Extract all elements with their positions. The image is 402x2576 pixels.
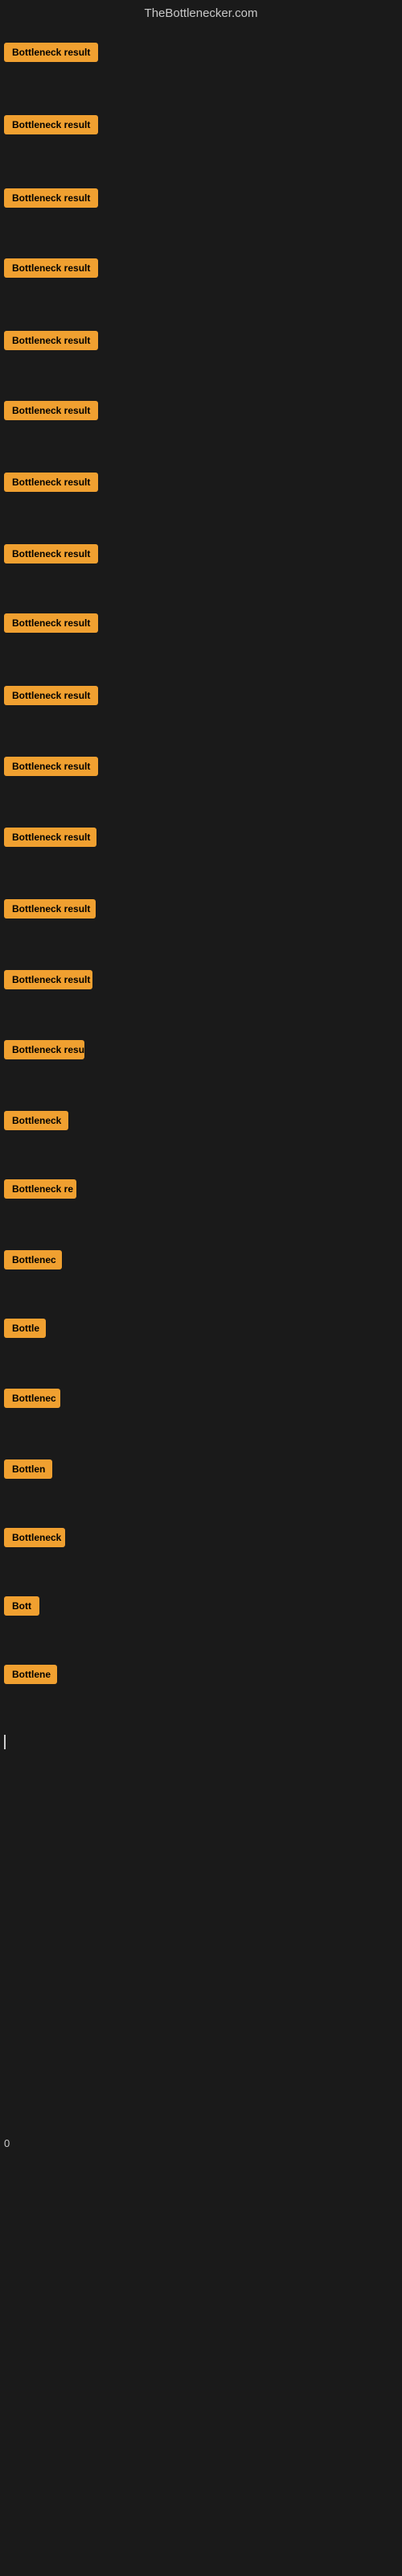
bottleneck-item-5: Bottleneck result bbox=[4, 331, 98, 354]
bottleneck-item-15: Bottleneck resu bbox=[4, 1040, 84, 1063]
bottleneck-item-19: Bottle bbox=[4, 1319, 46, 1342]
bottleneck-badge[interactable]: Bottleneck bbox=[4, 1111, 68, 1130]
bottleneck-badge[interactable]: Bottleneck bbox=[4, 1528, 65, 1547]
bottleneck-badge[interactable]: Bottleneck result bbox=[4, 828, 96, 847]
bottleneck-item-4: Bottleneck result bbox=[4, 258, 98, 282]
bottleneck-item-12: Bottleneck result bbox=[4, 828, 96, 851]
bottleneck-item-20: Bottlenec bbox=[4, 1389, 60, 1412]
bottleneck-badge[interactable]: Bottleneck result bbox=[4, 757, 98, 776]
bottleneck-badge[interactable]: Bott bbox=[4, 1596, 39, 1616]
bottleneck-item-9: Bottleneck result bbox=[4, 613, 98, 637]
bottleneck-item-7: Bottleneck result bbox=[4, 473, 98, 496]
site-title: TheBottlenecker.com bbox=[145, 6, 258, 20]
bottleneck-item-21: Bottlen bbox=[4, 1459, 52, 1483]
bottleneck-badge[interactable]: Bottleneck result bbox=[4, 970, 92, 989]
page-wrapper: TheBottlenecker.com Bottleneck result Bot… bbox=[0, 0, 402, 2576]
bottleneck-item-16: Bottleneck bbox=[4, 1111, 68, 1134]
bottleneck-badge[interactable]: Bottlen bbox=[4, 1459, 52, 1479]
bottleneck-badge[interactable]: Bottleneck resu bbox=[4, 1040, 84, 1059]
bottleneck-badge[interactable]: Bottleneck result bbox=[4, 401, 98, 420]
bottleneck-item-23: Bott bbox=[4, 1596, 39, 1620]
bottleneck-badge[interactable]: Bottlenec bbox=[4, 1389, 60, 1408]
bottleneck-item-10: Bottleneck result bbox=[4, 686, 98, 709]
bottleneck-badge[interactable]: Bottlene bbox=[4, 1665, 57, 1684]
small-character: 0 bbox=[4, 2137, 10, 2149]
bottleneck-item-3: Bottleneck result bbox=[4, 188, 98, 212]
cursor-indicator bbox=[4, 1735, 6, 1749]
bottleneck-item-22: Bottleneck bbox=[4, 1528, 65, 1551]
bottleneck-item-6: Bottleneck result bbox=[4, 401, 98, 424]
bottleneck-item-24: Bottlene bbox=[4, 1665, 57, 1688]
bottleneck-badge[interactable]: Bottleneck result bbox=[4, 686, 98, 705]
bottleneck-badge[interactable]: Bottleneck result bbox=[4, 331, 98, 350]
bottleneck-item-17: Bottleneck re bbox=[4, 1179, 76, 1203]
bottleneck-item-11: Bottleneck result bbox=[4, 757, 98, 780]
bottleneck-badge[interactable]: Bottleneck result bbox=[4, 258, 98, 278]
bottleneck-badge[interactable]: Bottleneck result bbox=[4, 544, 98, 564]
bottleneck-item-1: Bottleneck result bbox=[4, 43, 98, 66]
site-header: TheBottlenecker.com bbox=[0, 0, 402, 29]
bottleneck-badge[interactable]: Bottleneck result bbox=[4, 188, 98, 208]
bottleneck-item-8: Bottleneck result bbox=[4, 544, 98, 568]
bottleneck-badge[interactable]: Bottleneck re bbox=[4, 1179, 76, 1199]
bottleneck-badge[interactable]: Bottleneck result bbox=[4, 899, 96, 919]
bottleneck-badge[interactable]: Bottleneck result bbox=[4, 473, 98, 492]
bottleneck-badge[interactable]: Bottleneck result bbox=[4, 115, 98, 134]
bottleneck-badge[interactable]: Bottleneck result bbox=[4, 43, 98, 62]
bottleneck-item-14: Bottleneck result bbox=[4, 970, 92, 993]
bottleneck-badge[interactable]: Bottlenec bbox=[4, 1250, 62, 1269]
bottleneck-badge[interactable]: Bottle bbox=[4, 1319, 46, 1338]
bottleneck-item-18: Bottlenec bbox=[4, 1250, 62, 1274]
bottleneck-item-2: Bottleneck result bbox=[4, 115, 98, 138]
bottleneck-badge[interactable]: Bottleneck result bbox=[4, 613, 98, 633]
bottleneck-item-13: Bottleneck result bbox=[4, 899, 96, 923]
